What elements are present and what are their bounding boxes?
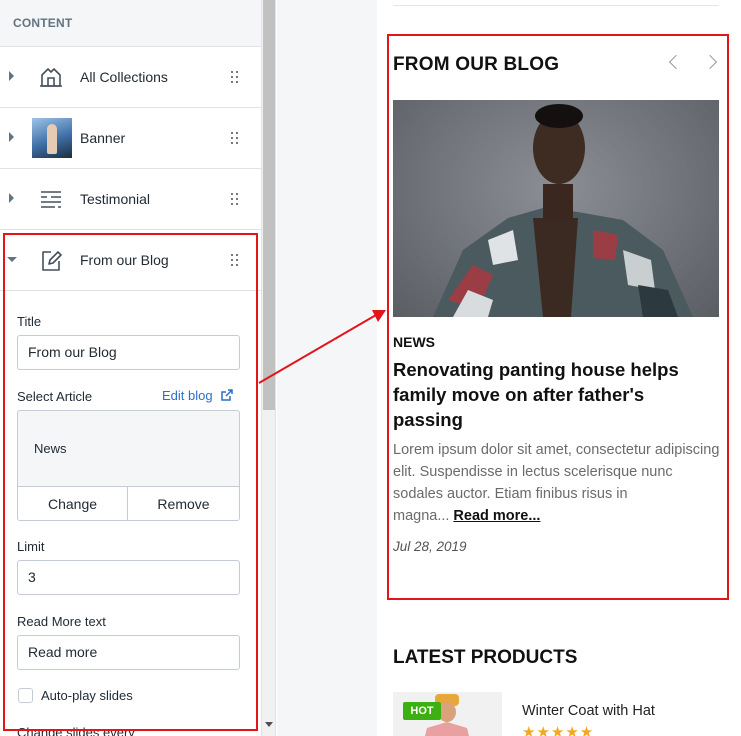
expand-caret-icon[interactable]: [9, 132, 14, 142]
testimonial-icon: [41, 191, 61, 208]
drag-handle-icon[interactable]: [231, 132, 239, 144]
product-rating-stars: ★★★★★: [522, 724, 595, 736]
sidebar-scrollbar-thumb[interactable]: [263, 0, 275, 410]
hot-badge: HOT: [403, 702, 441, 720]
collections-icon: [40, 68, 62, 87]
banner-thumbnail: [32, 118, 72, 158]
drag-handle-icon[interactable]: [231, 71, 239, 83]
drag-handle-icon[interactable]: [231, 193, 239, 205]
content-header: CONTENT: [0, 0, 261, 47]
expand-caret-icon[interactable]: [9, 193, 14, 203]
product-name[interactable]: Winter Coat with Hat: [522, 703, 655, 719]
product-image[interactable]: HOT: [393, 692, 502, 736]
annotation-box-settings: [3, 233, 258, 731]
latest-products-title: LATEST PRODUCTS: [393, 647, 578, 668]
expand-caret-icon[interactable]: [9, 71, 14, 81]
section-label: Testimonial: [80, 191, 151, 207]
preview-background: [277, 0, 377, 736]
annotation-box-preview: [387, 34, 729, 600]
divider: [393, 5, 719, 6]
section-all-collections[interactable]: All Collections: [0, 47, 261, 108]
section-label: Banner: [80, 130, 126, 146]
section-banner[interactable]: Banner: [0, 108, 261, 169]
scroll-down-arrow-icon[interactable]: [265, 722, 273, 727]
section-label: All Collections: [80, 69, 168, 85]
section-testimonial[interactable]: Testimonial: [0, 169, 261, 230]
